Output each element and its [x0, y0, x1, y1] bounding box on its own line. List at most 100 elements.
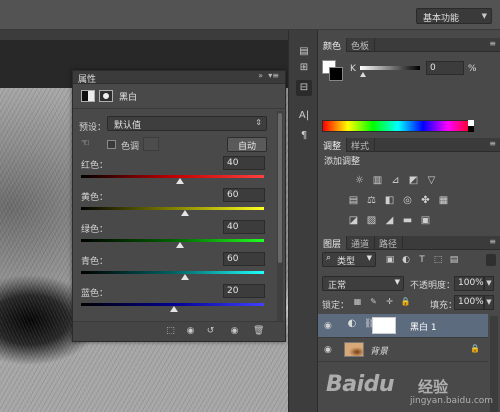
eye-icon[interactable]: ◉: [324, 345, 332, 355]
selective-color-icon[interactable]: ▣: [418, 214, 433, 227]
hue-saturation-icon[interactable]: ▤: [346, 194, 361, 207]
tint-checkbox[interactable]: [107, 140, 116, 149]
chevron-down-icon: ▼: [481, 12, 487, 20]
history-icon[interactable]: ▤: [296, 44, 312, 60]
layer-row-black-white[interactable]: ◉ ◐ ⛓ 黑白 1: [318, 314, 488, 338]
layer-name[interactable]: 背景: [370, 344, 388, 357]
color-lookup-icon[interactable]: ▦: [436, 194, 451, 207]
properties-scrollbar[interactable]: [277, 111, 283, 321]
panel-menu-icon[interactable]: ≡: [489, 39, 496, 48]
black-white-icon[interactable]: ◧: [382, 194, 397, 207]
yellow-value-input[interactable]: 60: [223, 188, 265, 202]
adjustment-filter-icon[interactable]: ◐: [400, 254, 412, 266]
k-slider-track[interactable]: [360, 66, 420, 70]
panel-menu-icon[interactable]: ≡: [489, 139, 496, 148]
vibrance-icon[interactable]: ▽: [424, 174, 439, 187]
exposure-icon[interactable]: ◩: [406, 174, 421, 187]
channel-mixer-icon[interactable]: ✤: [418, 194, 433, 207]
layer-mask-thumbnail[interactable]: [372, 317, 396, 334]
character-icon[interactable]: A|: [296, 108, 312, 124]
properties-title-bar[interactable]: 属性 » ▾≡: [73, 71, 285, 85]
fill-dropdown[interactable]: ▼: [484, 295, 494, 310]
cyan-slider-track[interactable]: [81, 271, 264, 274]
levels-icon[interactable]: ▥: [370, 174, 385, 187]
lock-image-icon[interactable]: ✎: [368, 296, 379, 307]
clip-to-layer-icon[interactable]: ⬚: [165, 326, 176, 337]
cyan-slider-thumb[interactable]: [181, 274, 190, 280]
opacity-dropdown[interactable]: ▼: [484, 276, 494, 291]
targeted-adjustment-hand-icon[interactable]: ☜: [81, 138, 90, 149]
threshold-icon[interactable]: ◢: [382, 214, 397, 227]
brightness-contrast-icon[interactable]: ☼: [352, 174, 367, 187]
lock-position-icon[interactable]: ✛: [384, 296, 395, 307]
tab-channels[interactable]: 通道: [346, 236, 376, 250]
photo-filter-icon[interactable]: ◎: [400, 194, 415, 207]
tab-adjustments[interactable]: 调整: [318, 138, 348, 152]
chevron-down-icon: ▼: [394, 278, 400, 286]
yellow-slider-track[interactable]: [81, 207, 264, 210]
gradient-map-icon[interactable]: ▬: [400, 214, 415, 227]
lock-all-icon[interactable]: 🔒: [400, 296, 411, 307]
right-panel-dock: 颜色 色板 ≡ K 0 % 调整 样式 ≡ 添加调整 ☼ ▥ ⊿ ◩ ▽ ▤ ⚖…: [318, 30, 500, 412]
red-slider-thumb[interactable]: [175, 178, 184, 184]
tool-presets-icon[interactable]: ⊞: [296, 60, 312, 76]
panel-menu-icon[interactable]: ≡: [489, 237, 496, 246]
tab-paths[interactable]: 路径: [374, 236, 404, 250]
fill-input[interactable]: 100%: [454, 295, 484, 310]
layer-name[interactable]: 黑白 1: [410, 320, 437, 333]
color-balance-icon[interactable]: ⚖: [364, 194, 379, 207]
red-value-input[interactable]: 40: [223, 156, 265, 170]
lock-transparent-icon[interactable]: ▦: [352, 296, 363, 307]
black-white-adjustment-icon[interactable]: [81, 90, 95, 102]
properties-panel-icon[interactable]: ⊟: [296, 80, 312, 96]
panel-menu-icon[interactable]: ▾≡: [268, 71, 279, 80]
layer-thumbnail: [344, 342, 364, 357]
pixel-filter-icon[interactable]: ▣: [384, 254, 396, 266]
color-spectrum-bar[interactable]: [322, 120, 474, 132]
mask-icon[interactable]: [99, 90, 113, 102]
background-color-swatch[interactable]: [329, 67, 343, 81]
green-slider-thumb[interactable]: [175, 242, 184, 248]
tint-label: 色调: [121, 142, 140, 152]
preset-select[interactable]: 默认值 ⇕: [107, 116, 267, 131]
trash-icon[interactable]: 🗑: [253, 326, 264, 337]
adjustments-panel-tabs: 调整 样式 ≡: [318, 138, 500, 152]
eye-icon[interactable]: ◉: [324, 321, 332, 331]
auto-button[interactable]: 自动: [227, 137, 267, 152]
tab-layers[interactable]: 图层: [318, 236, 348, 250]
filter-toggle[interactable]: [486, 254, 496, 266]
tab-styles[interactable]: 样式: [346, 138, 376, 152]
layers-panel-tabs: 图层 通道 路径 ≡: [318, 236, 500, 250]
opacity-input[interactable]: 100%: [454, 276, 484, 291]
panel-icon-strip: ▤ ⊞ ⊟ A| ¶: [288, 30, 318, 412]
type-filter-icon[interactable]: T: [416, 254, 428, 266]
visibility-eye-icon[interactable]: ◉: [229, 326, 240, 337]
k-slider-thumb[interactable]: [360, 72, 366, 77]
tab-swatches[interactable]: 色板: [346, 38, 376, 52]
blue-slider-thumb[interactable]: [170, 306, 179, 312]
cyan-value-input[interactable]: 60: [223, 252, 265, 266]
workspace-selector[interactable]: 基本功能 ▼: [416, 8, 492, 24]
green-value-input[interactable]: 40: [223, 220, 265, 234]
k-value-input[interactable]: 0: [426, 61, 464, 75]
tint-color-swatch[interactable]: [143, 137, 159, 151]
paragraph-icon[interactable]: ¶: [296, 128, 312, 144]
curves-icon[interactable]: ⊿: [388, 174, 403, 187]
yellow-slider-thumb[interactable]: [181, 210, 190, 216]
blue-value-input[interactable]: 20: [223, 284, 265, 298]
smart-object-filter-icon[interactable]: ▤: [448, 254, 460, 266]
black-white-swatch[interactable]: [468, 120, 474, 132]
blend-mode-select[interactable]: 正常 ▼: [322, 276, 404, 291]
posterize-icon[interactable]: ▨: [364, 214, 379, 227]
shape-filter-icon[interactable]: ⬚: [432, 254, 444, 266]
view-previous-icon[interactable]: ◉: [185, 326, 196, 337]
adjustment-layer-icon: ◐: [347, 318, 357, 329]
invert-icon[interactable]: ◪: [346, 214, 361, 227]
red-slider-track[interactable]: [81, 175, 264, 178]
layer-row-background[interactable]: ◉ 背景 🔒: [318, 338, 488, 362]
layer-filter-kind-select[interactable]: ⌕ 类型 ▼: [322, 252, 376, 267]
green-slider-track[interactable]: [81, 239, 264, 242]
tab-color[interactable]: 颜色: [318, 38, 348, 52]
reset-icon[interactable]: ↺: [205, 326, 216, 337]
collapse-icon[interactable]: »: [258, 71, 263, 80]
